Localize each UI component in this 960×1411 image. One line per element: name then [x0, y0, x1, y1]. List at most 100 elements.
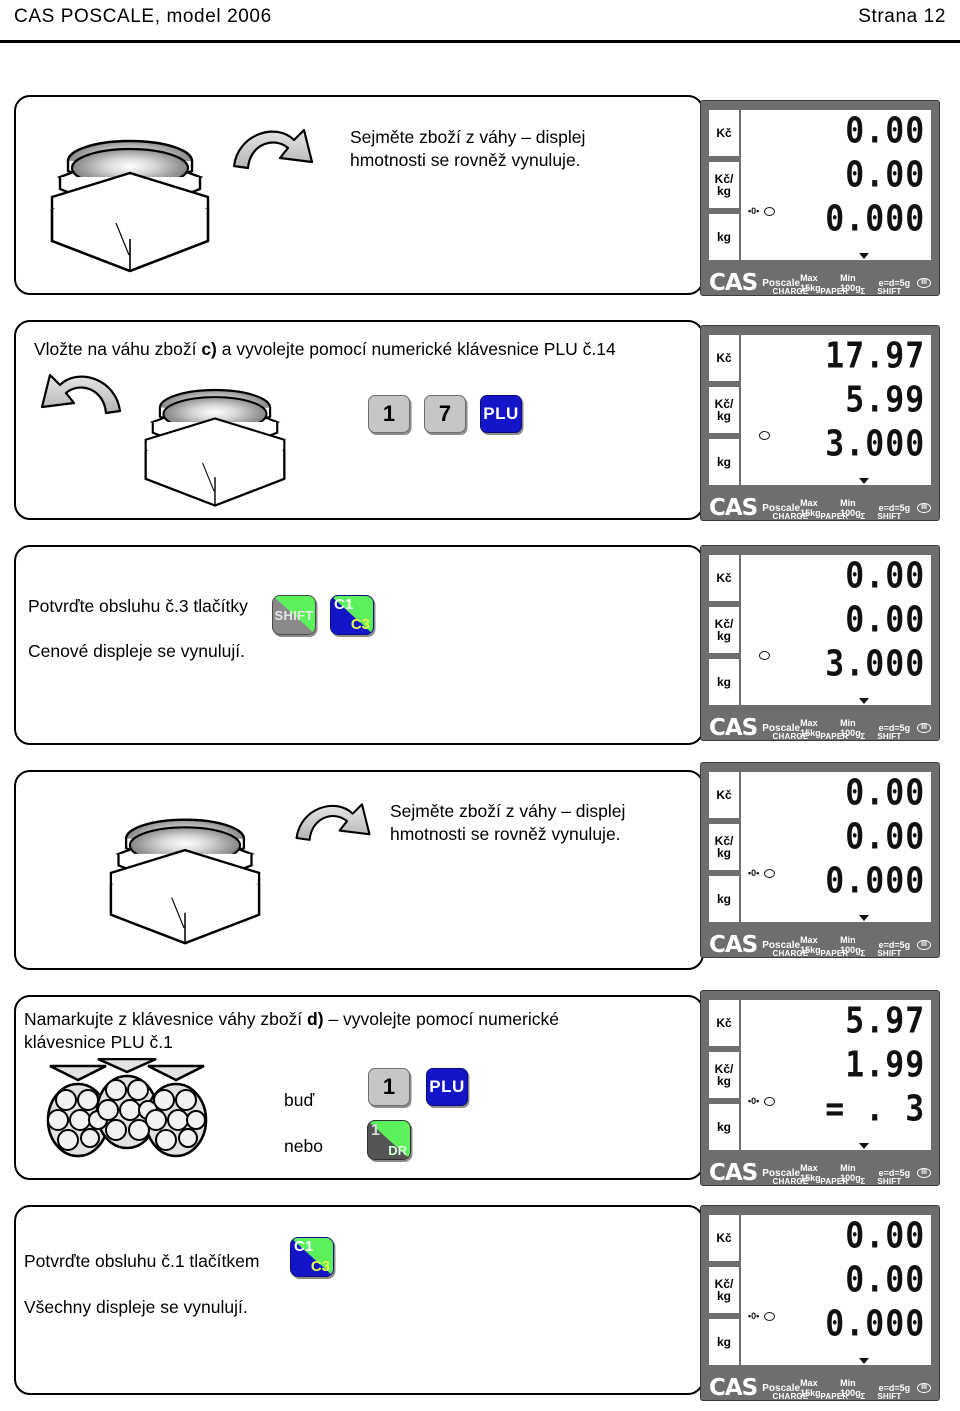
stable-circle-icon: [764, 868, 776, 878]
display-2-footer: CAS Poscale Max 15kg Min 100g e=d=5g III: [709, 490, 931, 526]
key-c1-c3[interactable]: C1 C3: [330, 595, 374, 635]
unit-label-kc-per-kg: Kč/ kg: [709, 1052, 739, 1098]
document-title: CAS POSCALE, model 2006: [14, 6, 272, 27]
stable-circle-icon: [764, 1096, 776, 1106]
key-1[interactable]: 1: [368, 395, 410, 433]
key-1-b[interactable]: 1: [368, 1068, 410, 1106]
spec-max: Max 15kg: [800, 718, 821, 738]
display-3-specs: Max 15kg Min 100g e=d=5g III: [800, 718, 931, 738]
zero-label: •0•: [748, 868, 760, 878]
key-plu[interactable]: PLU: [480, 395, 522, 433]
place-arrow-icon: [40, 373, 122, 415]
scale-illustration-empty-1: [50, 139, 210, 273]
unit-label-kc-per-kg: Kč/ kg: [709, 824, 739, 870]
step-3-line-2: Cenové displeje se vynulují.: [28, 641, 245, 661]
unit-label-kc-per-kg: Kč/ kg: [709, 1267, 739, 1313]
cas-brand-logo: CAS: [709, 495, 758, 521]
accuracy-class-icon: III: [917, 1382, 931, 1394]
key-c1-c3-b[interactable]: C1 C3: [290, 1237, 334, 1277]
remove-arrow-icon-1: [232, 128, 314, 170]
model-name: Poscale: [762, 939, 801, 951]
key-plu-label: PLU: [483, 404, 519, 423]
unit-label-kg: kg: [709, 1319, 739, 1365]
zero-indicator: •0•: [748, 868, 776, 878]
cas-brand-logo: CAS: [709, 932, 758, 958]
unit-label-kc: Kč: [709, 1000, 739, 1046]
display-2-lcd: 17.97 5.99 3.000: [741, 335, 931, 485]
spec-ed: e=d=5g: [878, 278, 911, 288]
display-4-lcd: 0.00 0.00 0.000 •0•: [741, 772, 931, 922]
unit-label-kc: Kč: [709, 772, 739, 818]
unit-label-kg: kg: [709, 214, 739, 260]
display-1-footer: CAS Poscale Max 15kg Min 100g e=d=5g III: [709, 265, 931, 301]
lcd-weight: 0.000: [824, 1303, 925, 1346]
step-6-line-2: Všechny displeje se vynulují.: [24, 1297, 248, 1317]
display-2: Kč Kč/ kg kg 17.97 5.99 3.000 CHARGE PAP…: [700, 325, 940, 521]
display-5-body: Kč Kč/ kg kg 5.97 1.99 = . 3 •0•: [709, 1000, 931, 1150]
key-plu-b[interactable]: PLU: [426, 1068, 468, 1106]
spec-min: Min 100g: [840, 273, 861, 293]
display-6-footer: CAS Poscale Max 15kg Min 100g e=d=5g III: [709, 1370, 931, 1406]
produce-bags-illustration: [46, 1058, 208, 1158]
spec-ed: e=d=5g: [878, 1168, 911, 1178]
lcd-weight: 0.000: [824, 860, 925, 903]
display-3-unit-column: Kč Kč/ kg kg: [709, 555, 739, 705]
spec-max: Max 15kg: [800, 498, 821, 518]
unit-label-kg: kg: [709, 876, 739, 922]
spec-ed: e=d=5g: [878, 1383, 911, 1393]
display-4-footer: CAS Poscale Max 15kg Min 100g e=d=5g III: [709, 927, 931, 963]
display-3-body: Kč Kč/ kg kg 0.00 0.00 3.000: [709, 555, 931, 705]
display-5-unit-column: Kč Kč/ kg kg: [709, 1000, 739, 1150]
display-5-footer: CAS Poscale Max 15kg Min 100g e=d=5g III: [709, 1155, 931, 1191]
spec-max: Max 15kg: [800, 1378, 821, 1398]
step-2-text-before: Vložte na váhu zboží: [34, 339, 202, 359]
key-plu-b-label: PLU: [429, 1077, 465, 1096]
step-6-line-1: Potvrďte obsluhu č.1 tlačítkem: [24, 1251, 260, 1271]
zero-label: •0•: [748, 1311, 760, 1321]
unit-label-kc-per-kg: Kč/ kg: [709, 607, 739, 653]
lcd-unit-price: 5.99: [844, 379, 925, 422]
lcd-weight: = . 3: [824, 1088, 925, 1131]
lcd-total-price: 0.00: [844, 110, 925, 153]
lcd-unit-price: 0.00: [844, 1259, 925, 1302]
scale-illustration-empty-2: [109, 818, 261, 945]
page-header: CAS POSCALE, model 2006 Strana 12: [0, 6, 960, 36]
unit-label-kc-per-kg: Kč/ kg: [709, 162, 739, 208]
unit-label-kg: kg: [709, 439, 739, 485]
lcd-weight: 3.000: [824, 423, 925, 466]
lcd-total-price: 5.97: [844, 1000, 925, 1043]
spec-max: Max 15kg: [800, 1163, 821, 1183]
key-shift[interactable]: SHIFT: [272, 595, 316, 635]
display-3-footer: CAS Poscale Max 15kg Min 100g e=d=5g III: [709, 710, 931, 746]
display-1: Kč Kč/ kg kg 0.00 0.00 0.000 •0• CHARGE …: [700, 100, 940, 296]
key-1-label: 1: [382, 401, 396, 426]
display-2-body: Kč Kč/ kg kg 17.97 5.99 3.000: [709, 335, 931, 485]
unit-label-kc-per-kg: Kč/ kg: [709, 387, 739, 433]
pointer-triangle-icon: [859, 698, 869, 704]
unit-label-kc: Kč: [709, 1215, 739, 1261]
unit-label-kc: Kč: [709, 110, 739, 156]
stable-circle-icon: [764, 1311, 776, 1321]
spec-min: Min 100g: [840, 935, 861, 955]
display-3: Kč Kč/ kg kg 0.00 0.00 3.000 CHARGE PAPE…: [700, 545, 940, 741]
display-5-lcd: 5.97 1.99 = . 3 •0•: [741, 1000, 931, 1150]
accuracy-class-icon: III: [917, 277, 931, 289]
display-6: Kč Kč/ kg kg 0.00 0.00 0.000 •0• CHARGE …: [700, 1205, 940, 1401]
lcd-total-price: 0.00: [844, 555, 925, 598]
display-4-specs: Max 15kg Min 100g e=d=5g III: [800, 935, 931, 955]
model-name: Poscale: [762, 1382, 801, 1394]
pointer-triangle-icon: [859, 1143, 869, 1149]
step-1-text: Sejměte zboží z váhy – displej hmotnosti…: [350, 127, 586, 171]
page-number: Strana 12: [858, 6, 946, 27]
lcd-unit-price: 0.00: [844, 816, 925, 859]
key-7[interactable]: 7: [424, 395, 466, 433]
lcd-unit-price: 1.99: [844, 1044, 925, 1087]
key-c1-b-label: C1: [294, 1238, 314, 1255]
stable-circle-icon: [764, 206, 776, 216]
scale-illustration-loaded: [144, 388, 286, 507]
key-1-dr[interactable]: 1 DR: [367, 1120, 411, 1160]
pointer-triangle-icon: [859, 478, 869, 484]
display-5: Kč Kč/ kg kg 5.97 1.99 = . 3 •0• CHARGE …: [700, 990, 940, 1186]
zero-indicator: [759, 431, 770, 440]
display-6-specs: Max 15kg Min 100g e=d=5g III: [800, 1378, 931, 1398]
